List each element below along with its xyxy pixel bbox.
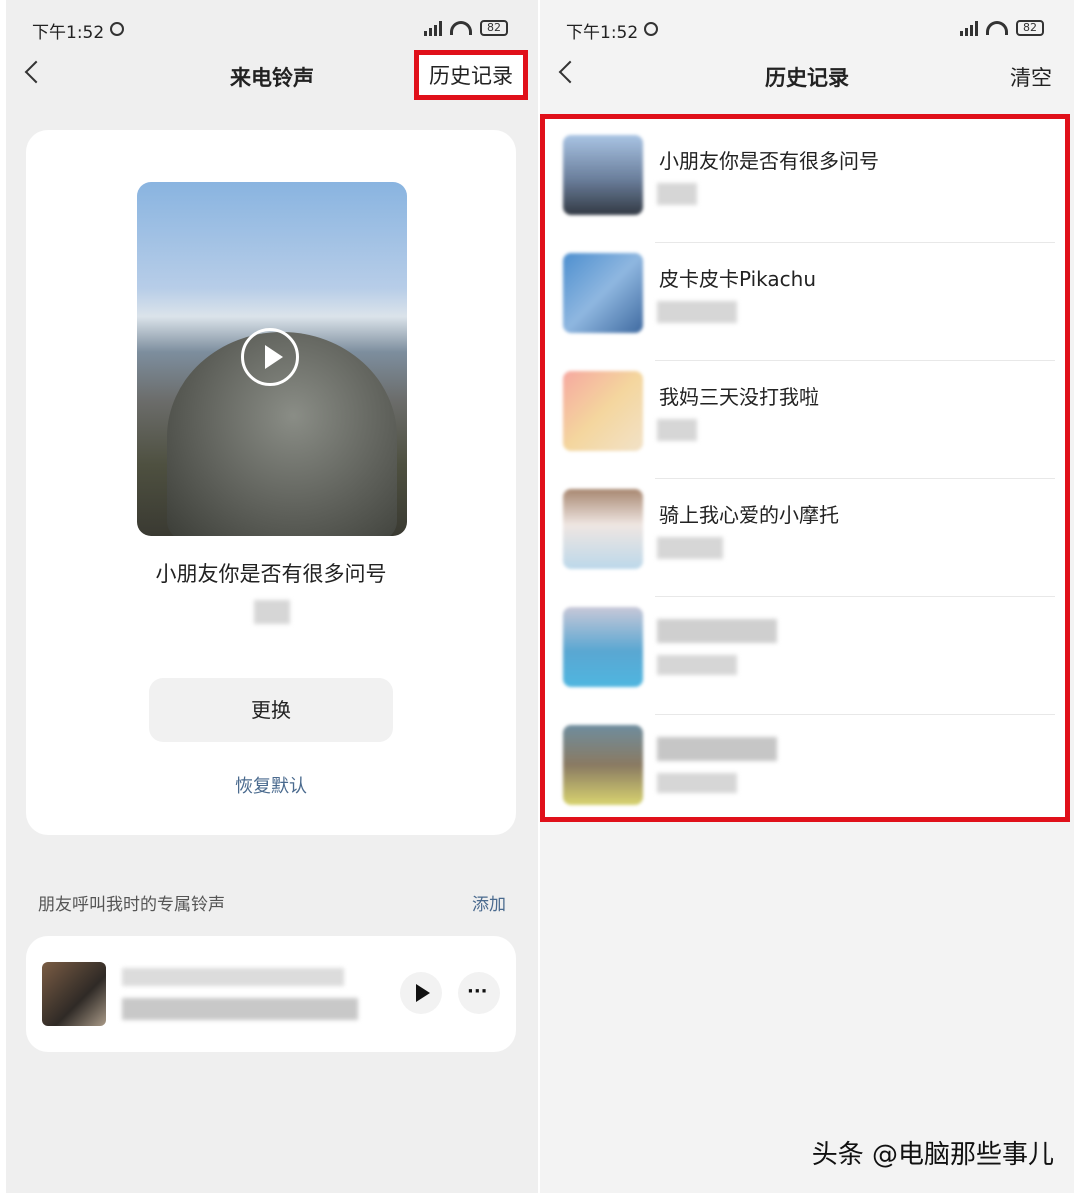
item-thumbnail [563,725,643,805]
signal-icon [424,20,442,36]
wifi-icon [986,21,1008,35]
play-icon [416,984,430,1002]
ringtone-artist-blurred [254,600,290,624]
history-screen: 下午1:52 82 历史记录 清空 小朋友你是否有很多问号 皮卡皮卡Pikach… [540,0,1074,1193]
battery-icon: 82 [480,20,508,36]
item-thumbnail [563,253,643,333]
status-time: 下午1:52 [566,23,639,43]
signal-icon [960,20,978,36]
item-subtitle-blurred [657,655,737,675]
history-item[interactable] [559,715,1055,833]
status-bar: 下午1:52 82 [540,14,1074,48]
change-button[interactable]: 更换 [149,678,393,742]
history-item[interactable] [559,597,1055,715]
item-subtitle-blurred [657,419,697,441]
friend-ringtone-card: ··· [26,936,516,1052]
history-button[interactable]: 历史记录 [414,50,528,100]
play-button[interactable] [400,972,442,1014]
status-icons: 82 [960,20,1044,36]
ringtone-screen: 下午1:52 82 来电铃声 历史记录 小朋友你是否有很多问号 更换 恢复默认 … [6,0,538,1193]
item-subtitle-blurred [657,183,697,205]
current-ringtone-card: 小朋友你是否有很多问号 更换 恢复默认 [26,130,516,835]
item-thumbnail [563,135,643,215]
more-button[interactable]: ··· [458,972,500,1014]
item-thumbnail [563,371,643,451]
watermark: 头条 @电脑那些事儿 [811,1140,1054,1170]
history-item[interactable]: 小朋友你是否有很多问号 [559,125,1055,243]
status-bar: 下午1:52 82 [6,14,538,48]
friend-name-blurred [122,968,344,986]
play-icon[interactable] [241,328,299,386]
item-title: 皮卡皮卡Pikachu [659,267,817,291]
friend-ringtone-section-header: 朋友呼叫我时的专属铃声 添加 [38,890,506,915]
restore-default-link[interactable]: 恢复默认 [26,772,516,798]
section-title: 朋友呼叫我时的专属铃声 [38,895,225,915]
item-title-blurred [657,619,777,643]
history-list: 小朋友你是否有很多问号 皮卡皮卡Pikachu 我妈三天没打我啦 骑上我心爱的小… [540,114,1070,822]
top-bar: 历史记录 清空 [540,54,1074,102]
more-icon: ··· [467,981,488,1002]
friend-song-blurred [122,998,358,1020]
item-title: 我妈三天没打我啦 [659,385,819,409]
top-bar: 来电铃声 历史记录 [6,50,538,102]
clear-button[interactable]: 清空 [1010,62,1052,92]
item-title: 小朋友你是否有很多问号 [659,149,879,173]
item-subtitle-blurred [657,301,737,323]
status-time: 下午1:52 [32,23,105,43]
alarm-icon [644,22,658,36]
add-button[interactable]: 添加 [472,890,506,915]
item-subtitle-blurred [657,773,737,793]
history-item[interactable]: 我妈三天没打我啦 [559,361,1055,479]
item-thumbnail [563,489,643,569]
ringtone-title: 小朋友你是否有很多问号 [155,562,387,586]
item-title: 骑上我心爱的小摩托 [659,503,839,527]
status-icons: 82 [424,20,508,36]
item-subtitle-blurred [657,537,723,559]
history-item[interactable]: 皮卡皮卡Pikachu [559,243,1055,361]
item-title-blurred [657,737,777,761]
battery-icon: 82 [1016,20,1044,36]
page-title: 历史记录 [765,66,849,90]
wifi-icon [450,21,472,35]
alarm-icon [110,22,124,36]
friend-avatar [42,962,106,1026]
ringtone-video-preview[interactable] [137,182,407,536]
item-thumbnail [563,607,643,687]
history-item[interactable]: 骑上我心爱的小摩托 [559,479,1055,597]
